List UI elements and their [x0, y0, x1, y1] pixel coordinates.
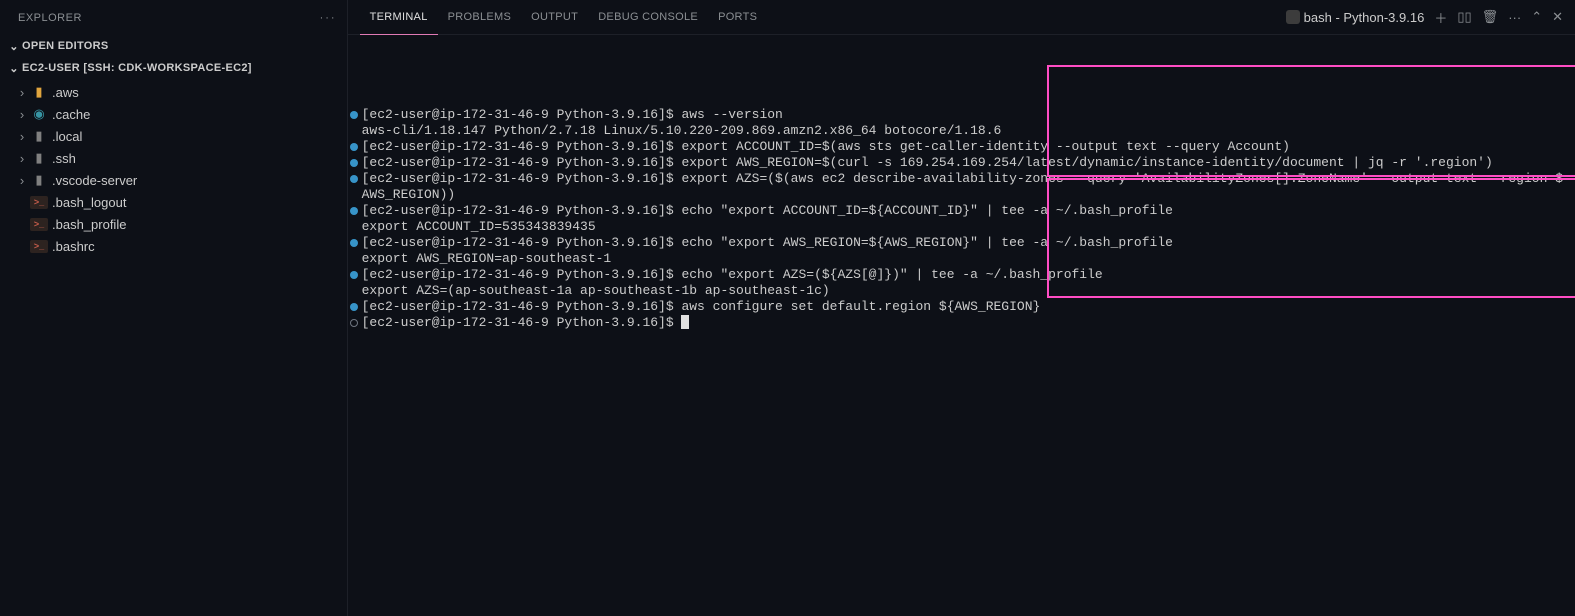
tree-label: .bash_logout [48, 195, 126, 210]
terminal-line: [ec2-user@ip-172-31-46-9 Python-3.9.16]$… [350, 155, 1563, 171]
terminal-text: [ec2-user@ip-172-31-46-9 Python-3.9.16]$… [362, 171, 1563, 187]
sidebar-header: EXPLORER ··· [0, 0, 347, 35]
terminal-line: export AWS_REGION=ap-southeast-1 [350, 251, 1563, 267]
terminal-line: [ec2-user@ip-172-31-46-9 Python-3.9.16]$… [350, 171, 1563, 187]
modified-dot-icon [350, 159, 358, 167]
tree-file-bash-logout[interactable]: >_.bash_logout [0, 191, 347, 213]
shell-label[interactable]: bash - Python-3.9.16 [1286, 10, 1425, 25]
chevron-right-icon: › [14, 85, 30, 100]
tree-label: .aws [48, 85, 79, 100]
modified-dot-icon [350, 111, 358, 119]
terminal-text: export AWS_REGION=ap-southeast-1 [362, 251, 612, 267]
tree-label: .bash_profile [48, 217, 126, 232]
terminal-text: [ec2-user@ip-172-31-46-9 Python-3.9.16]$… [362, 267, 1103, 283]
workspace-label: EC2-USER [SSH: CDK-WORKSPACE-EC2] [22, 62, 252, 74]
terminal-line: [ec2-user@ip-172-31-46-9 Python-3.9.16]$… [350, 235, 1563, 251]
folder-icon: ▮ [30, 172, 48, 188]
chevron-right-icon: › [14, 107, 30, 122]
terminal-line: AWS_REGION)) [350, 187, 1563, 203]
terminal-line: [ec2-user@ip-172-31-46-9 Python-3.9.16]$… [350, 107, 1563, 123]
panel-tab-bar: TERMINAL PROBLEMS OUTPUT DEBUG CONSOLE P… [348, 0, 1575, 35]
modified-dot-icon [350, 271, 358, 279]
tab-output[interactable]: OUTPUT [521, 0, 588, 35]
chevron-right-icon: › [14, 151, 30, 166]
terminal-line: [ec2-user@ip-172-31-46-9 Python-3.9.16]$… [350, 139, 1563, 155]
folder-icon: ◉ [30, 106, 48, 122]
explorer-title: EXPLORER [18, 12, 82, 24]
terminal-text: [ec2-user@ip-172-31-46-9 Python-3.9.16]$… [362, 107, 783, 123]
workspace-section[interactable]: ⌄ EC2-USER [SSH: CDK-WORKSPACE-EC2] [0, 57, 347, 79]
tree-label: .bashrc [48, 239, 95, 254]
tree-label: .vscode-server [48, 173, 137, 188]
tree-file-bash-profile[interactable]: >_.bash_profile [0, 213, 347, 235]
close-panel-icon[interactable]: ✕ [1552, 9, 1563, 25]
terminal-line: [ec2-user@ip-172-31-46-9 Python-3.9.16]$… [350, 203, 1563, 219]
chevron-down-icon: ⌄ [6, 40, 22, 53]
shell-file-icon: >_ [30, 218, 48, 231]
modified-dot-icon [350, 303, 358, 311]
tree-folder-vscode-server[interactable]: ›▮.vscode-server [0, 169, 347, 191]
tab-debug-console[interactable]: DEBUG CONSOLE [588, 0, 708, 35]
main-panel: TERMINAL PROBLEMS OUTPUT DEBUG CONSOLE P… [348, 0, 1575, 616]
tree-folder-ssh[interactable]: ›▮.ssh [0, 147, 347, 169]
kill-terminal-icon[interactable]: 🗑 [1482, 9, 1499, 25]
folder-icon: ▮ [30, 150, 48, 166]
open-editors-label: OPEN EDITORS [22, 40, 109, 52]
modified-dot-icon [350, 239, 358, 247]
terminal-text: export ACCOUNT_ID=535343839435 [362, 219, 596, 235]
modified-dot-icon [350, 207, 358, 215]
tab-ports[interactable]: PORTS [708, 0, 767, 35]
hollow-dot-icon [350, 319, 358, 327]
tree-folder-cache[interactable]: ›◉.cache [0, 103, 347, 125]
bash-icon [1286, 10, 1300, 24]
modified-dot-icon [350, 175, 358, 183]
split-terminal-icon[interactable]: ▯▯ [1457, 9, 1471, 25]
terminal-cursor [681, 315, 689, 329]
terminal-line: export ACCOUNT_ID=535343839435 [350, 219, 1563, 235]
chevron-right-icon: › [14, 129, 30, 144]
shell-file-icon: >_ [30, 196, 48, 209]
terminal-text: aws-cli/1.18.147 Python/2.7.18 Linux/5.1… [362, 123, 1002, 139]
terminal-body[interactable]: [ec2-user@ip-172-31-46-9 Python-3.9.16]$… [348, 35, 1575, 616]
file-tree: ›▮.aws ›◉.cache ›▮.local ›▮.ssh ›▮.vscod… [0, 79, 347, 257]
modified-dot-icon [350, 143, 358, 151]
tree-label: .cache [48, 107, 90, 122]
shell-label-text: bash - Python-3.9.16 [1304, 10, 1425, 25]
folder-icon: ▮ [30, 128, 48, 144]
explorer-sidebar: EXPLORER ··· ⌄ OPEN EDITORS ⌄ EC2-USER [… [0, 0, 348, 616]
open-editors-section[interactable]: ⌄ OPEN EDITORS [0, 35, 347, 57]
new-terminal-icon[interactable]: ＋ [1434, 8, 1447, 27]
terminal-text: [ec2-user@ip-172-31-46-9 Python-3.9.16]$ [362, 315, 682, 331]
tree-folder-aws[interactable]: ›▮.aws [0, 81, 347, 103]
terminal-line: export AZS=(ap-southeast-1a ap-southeast… [350, 283, 1563, 299]
panel-actions: bash - Python-3.9.16 ＋ ▯▯ 🗑 ··· ⌃ ✕ [1286, 8, 1563, 27]
folder-icon: ▮ [30, 84, 48, 100]
chevron-down-icon: ⌄ [6, 62, 22, 75]
tree-file-bashrc[interactable]: >_.bashrc [0, 235, 347, 257]
more-actions-icon[interactable]: ··· [1508, 10, 1521, 25]
more-icon[interactable]: ··· [320, 12, 337, 24]
tree-folder-local[interactable]: ›▮.local [0, 125, 347, 147]
tree-label: .ssh [48, 151, 76, 166]
terminal-text: [ec2-user@ip-172-31-46-9 Python-3.9.16]$… [362, 139, 1290, 155]
terminal-text: export AZS=(ap-southeast-1a ap-southeast… [362, 283, 830, 299]
tree-label: .local [48, 129, 82, 144]
terminal-text: [ec2-user@ip-172-31-46-9 Python-3.9.16]$… [362, 155, 1493, 171]
terminal-line: [ec2-user@ip-172-31-46-9 Python-3.9.16]$… [350, 299, 1563, 315]
terminal-line: aws-cli/1.18.147 Python/2.7.18 Linux/5.1… [350, 123, 1563, 139]
terminal-text: [ec2-user@ip-172-31-46-9 Python-3.9.16]$… [362, 203, 1173, 219]
chevron-right-icon: › [14, 173, 30, 188]
tab-problems[interactable]: PROBLEMS [438, 0, 522, 35]
terminal-text: [ec2-user@ip-172-31-46-9 Python-3.9.16]$… [362, 235, 1173, 251]
terminal-text: AWS_REGION)) [362, 187, 456, 203]
terminal-line: [ec2-user@ip-172-31-46-9 Python-3.9.16]$… [350, 267, 1563, 283]
shell-file-icon: >_ [30, 240, 48, 253]
tab-terminal[interactable]: TERMINAL [360, 0, 438, 35]
terminal-text: [ec2-user@ip-172-31-46-9 Python-3.9.16]$… [362, 299, 1041, 315]
maximize-panel-icon[interactable]: ⌃ [1531, 9, 1542, 25]
terminal-line: [ec2-user@ip-172-31-46-9 Python-3.9.16]$ [350, 315, 1563, 331]
